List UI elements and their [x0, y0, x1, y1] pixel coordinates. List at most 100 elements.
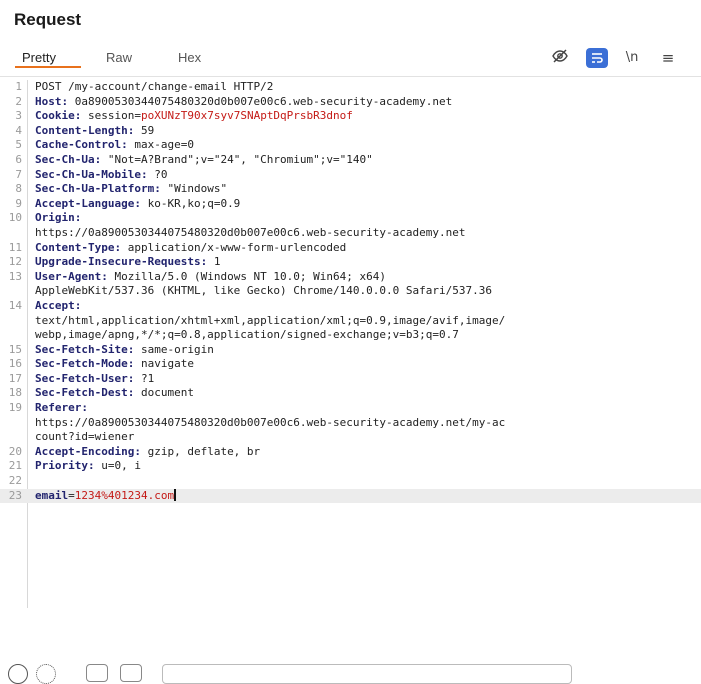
header-name: Sec-Ch-Ua	[35, 152, 95, 166]
header-name: Sec-Ch-Ua-Platform	[35, 182, 155, 196]
settings-icon[interactable]	[36, 664, 56, 684]
line-content: Sec-Fetch-User: ?1	[35, 372, 154, 387]
request-line: 9 Accept-Language: ko-KR,ko;q=0.9	[0, 197, 701, 212]
body-param-name: email	[35, 488, 69, 502]
line-content: Host: 0a8900530344075480320d0b007e00c6.w…	[35, 95, 452, 110]
line-content: Referer:	[35, 401, 88, 416]
newline-icon[interactable]: \n	[622, 48, 642, 68]
header-separator: :	[114, 240, 128, 254]
request-editor[interactable]: 1 POST /my-account/change-email HTTP/2 2 Ho…	[0, 80, 701, 504]
line-content: Sec-Ch-Ua-Platform: "Windows"	[35, 182, 227, 197]
header-separator: :	[127, 357, 141, 371]
line-number: 19	[8, 401, 22, 415]
line-number: 9	[15, 196, 22, 210]
header-name: Origin	[35, 211, 75, 225]
line-number: 11	[8, 240, 22, 254]
request-line: 4 Content-Length: 59	[0, 124, 701, 139]
line-number: 5	[15, 138, 22, 152]
request-line: 1 POST /my-account/change-email HTTP/2	[0, 80, 701, 95]
bottom-toolbar	[0, 660, 701, 684]
header-value: same-origin	[140, 342, 214, 356]
header-name: Sec-Fetch-Site	[35, 342, 128, 356]
header-name: Sec-Ch-Ua-Mobile	[35, 167, 141, 181]
header-name: Content-Length	[35, 123, 128, 137]
help-icon[interactable]	[8, 664, 28, 684]
line-content: email=1234%401234.com	[35, 488, 176, 504]
header-separator: :	[81, 401, 88, 415]
header-name: Sec-Fetch-Mode	[35, 357, 128, 371]
header-value: https://0a8900530344075480320d0b007e00c6…	[35, 225, 466, 239]
body-param-value: 1234%401234.com	[74, 488, 175, 502]
line-number: 15	[8, 342, 22, 356]
header-value: document	[140, 386, 194, 400]
request-line: 16 Sec-Fetch-Mode: navigate	[0, 357, 701, 372]
active-tab-indicator	[15, 66, 81, 68]
line-content: Priority: u=0, i	[35, 459, 141, 474]
header-separator: :	[200, 255, 214, 269]
line-content: text/html,application/xhtml+xml,applicat…	[35, 314, 505, 329]
line-number: 2	[15, 94, 22, 108]
line-number: 4	[15, 123, 22, 137]
request-line: 5 Cache-Control: max-age=0	[0, 138, 701, 153]
request-line: 17 Sec-Fetch-User: ?1	[0, 372, 701, 387]
line-content: AppleWebKit/537.36 (KHTML, like Gecko) C…	[35, 284, 492, 299]
line-content: Cache-Control: max-age=0	[35, 138, 194, 153]
header-value: Mozilla/5.0 (Windows NT 10.0; Win64; x64…	[114, 269, 387, 283]
header-value: https://0a8900530344075480320d0b007e00c6…	[35, 415, 506, 429]
header-separator: :	[74, 109, 88, 123]
header-separator: :	[74, 298, 82, 312]
header-value: u=0, i	[101, 459, 141, 473]
header-name: User-Agent	[35, 269, 102, 283]
request-line: 12 Upgrade-Insecure-Requests: 1	[0, 255, 701, 270]
wrap-text-icon[interactable]	[586, 48, 608, 68]
line-content: POST /my-account/change-email HTTP/2	[35, 80, 273, 95]
request-line: 20 Accept-Encoding: gzip, deflate, br	[0, 445, 701, 460]
menu-icon[interactable]: ≡	[658, 48, 678, 68]
line-content: Cookie: session=poXUNzT90x7syv7SNAptDqPr…	[35, 109, 353, 124]
header-separator: :	[74, 211, 82, 225]
header-separator: :	[127, 342, 141, 356]
header-name: Referer	[35, 401, 82, 415]
line-number: 18	[8, 386, 22, 400]
header-value: 1	[213, 255, 221, 269]
header-value: session=	[88, 109, 141, 123]
line-content: Sec-Fetch-Dest: document	[35, 386, 194, 401]
header-name: Priority	[35, 459, 88, 473]
line-number: 1	[15, 80, 22, 93]
header-name: Accept-Language	[35, 196, 135, 210]
line-number: 23	[8, 488, 22, 502]
header-name: Sec-Fetch-Dest	[35, 386, 128, 400]
line-content: Content-Length: 59	[35, 124, 154, 139]
header-value: ?1	[140, 371, 155, 385]
header-separator: :	[134, 444, 148, 458]
request-line: https://0a8900530344075480320d0b007e00c6…	[0, 416, 701, 431]
line-number: 13	[8, 269, 22, 283]
request-line: 23 email=1234%401234.com	[0, 488, 701, 504]
header-value: 0a8900530344075480320d0b007e00c6.web-sec…	[74, 94, 453, 108]
request-line: 8 Sec-Ch-Ua-Platform: "Windows"	[0, 182, 701, 197]
line-content: Upgrade-Insecure-Requests: 1	[35, 255, 220, 270]
header-value: count?id=wiener	[35, 430, 135, 444]
request-line: 10 Origin:	[0, 211, 701, 226]
line-number: 17	[8, 371, 22, 385]
header-value: max-age=0	[134, 138, 194, 152]
tab-raw[interactable]: Raw	[106, 50, 132, 65]
eye-off-icon[interactable]	[550, 48, 570, 68]
header-separator: :	[94, 152, 108, 166]
request-line: webp,image/apng,*/*;q=0.8,application/si…	[0, 328, 701, 343]
header-name: Cache-Control	[35, 138, 122, 152]
search-input[interactable]	[162, 664, 572, 684]
request-line: 13 User-Agent: Mozilla/5.0 (Windows NT 10…	[0, 270, 701, 285]
header-separator: :	[134, 196, 148, 210]
next-icon[interactable]	[120, 664, 142, 682]
header-name: Cookie	[35, 109, 75, 123]
tab-hex[interactable]: Hex	[178, 50, 201, 65]
header-separator: :	[61, 94, 75, 108]
prev-icon[interactable]	[86, 664, 108, 682]
request-title: Request	[14, 10, 82, 29]
header-value: POST /my-account/change-email HTTP/2	[35, 80, 274, 93]
tab-pretty[interactable]: Pretty	[22, 50, 56, 65]
request-line: 15 Sec-Fetch-Site: same-origin	[0, 343, 701, 358]
header-separator: :	[121, 138, 135, 152]
tab-divider	[0, 76, 701, 77]
